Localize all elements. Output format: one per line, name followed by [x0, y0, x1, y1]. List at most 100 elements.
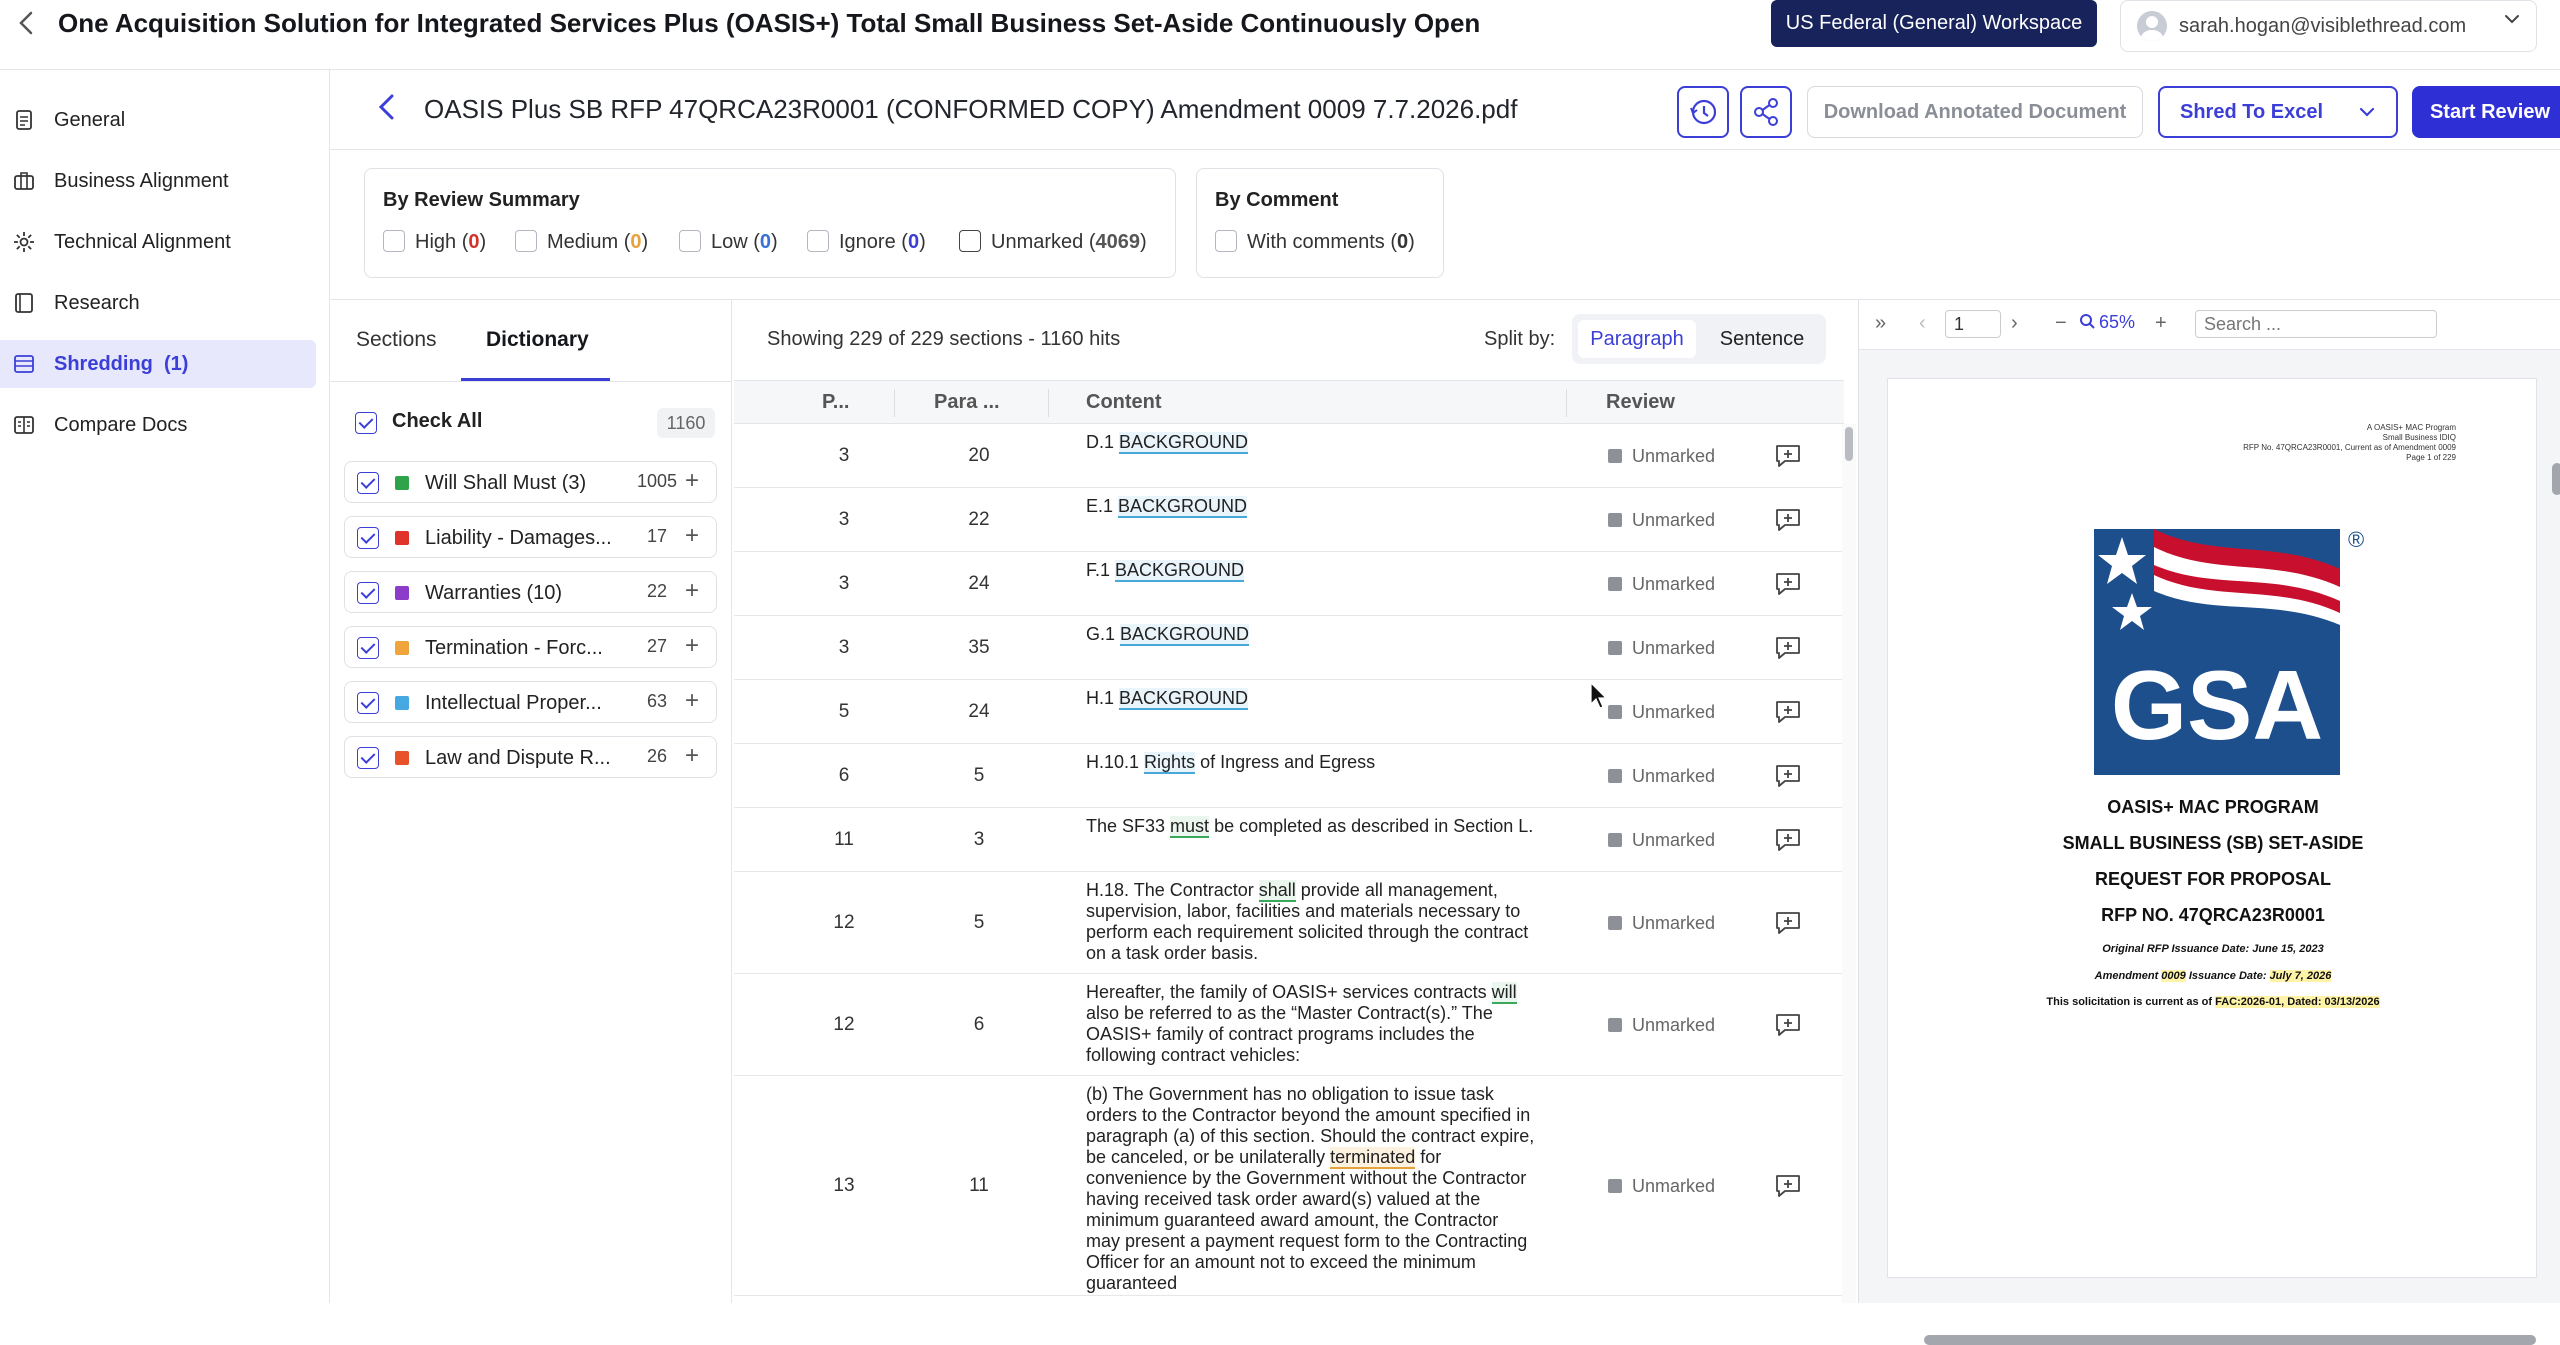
chevron-down-icon[interactable]	[2502, 9, 2522, 35]
filter-with-comments[interactable]: With comments (0)	[1215, 229, 1415, 257]
sidebar-item-compare-docs[interactable]: Compare Docs	[0, 401, 316, 449]
vertical-scrollbar[interactable]	[1842, 424, 1856, 1303]
add-comment-icon[interactable]	[1774, 1173, 1802, 1199]
dictionary-item[interactable]: Will Shall Must (3) 1005 +	[344, 461, 717, 503]
checkbox[interactable]	[357, 692, 379, 714]
shred-to-excel-button[interactable]: Shred To Excel	[2158, 86, 2398, 138]
collapse-panel-icon[interactable]: »	[1875, 312, 1886, 335]
row-review-status[interactable]: Unmarked	[1608, 766, 1715, 788]
dictionary-item[interactable]: Liability - Damages... 17 +	[344, 516, 717, 558]
add-comment-icon[interactable]	[1774, 763, 1802, 789]
add-comment-icon[interactable]	[1774, 1012, 1802, 1038]
highlighted-term[interactable]: BACKGROUND	[1120, 624, 1250, 646]
highlighted-term[interactable]: BACKGROUND	[1119, 688, 1249, 710]
sidebar-item-technical-alignment[interactable]: Technical Alignment	[0, 218, 316, 266]
checkbox[interactable]	[679, 229, 701, 252]
checkbox[interactable]	[355, 412, 377, 434]
checkbox[interactable]	[357, 472, 379, 494]
highlighted-term[interactable]: shall	[1258, 880, 1296, 902]
dictionary-item[interactable]: Warranties (10) 22 +	[344, 571, 717, 613]
zoom-search-icon[interactable]	[2079, 313, 2095, 334]
tab-sections[interactable]: Sections	[356, 328, 437, 352]
pdf-vertical-scrollbar[interactable]	[2552, 463, 2560, 495]
dictionary-item[interactable]: Intellectual Proper... 63 +	[344, 681, 717, 723]
row-review-status[interactable]: Unmarked	[1608, 830, 1715, 852]
highlighted-term[interactable]: BACKGROUND	[1118, 496, 1248, 518]
table-row[interactable]: 3 24 F.1 BACKGROUND Unmarked	[734, 552, 1844, 616]
prev-page-icon[interactable]: ‹	[1919, 312, 1926, 335]
row-review-status[interactable]: Unmarked	[1608, 574, 1715, 596]
plus-icon[interactable]: +	[685, 687, 699, 715]
zoom-out-icon[interactable]: −	[2055, 312, 2067, 335]
page-number-input[interactable]	[1945, 310, 2001, 338]
table-row[interactable]: 3 22 E.1 BACKGROUND Unmarked	[734, 488, 1844, 552]
share-button[interactable]	[1740, 86, 1792, 138]
highlighted-term[interactable]: will	[1491, 982, 1517, 1004]
column-content[interactable]: Content	[1086, 391, 1162, 414]
table-row[interactable]: 13 11 (b) The Government has no obligation…	[734, 1076, 1844, 1296]
row-review-status[interactable]: Unmarked	[1608, 702, 1715, 724]
sidebar-item-business-alignment[interactable]: Business Alignment	[0, 157, 316, 205]
column-divider[interactable]	[1566, 389, 1567, 417]
split-sentence-button[interactable]: Sentence	[1704, 320, 1820, 358]
column-page[interactable]: P...	[822, 391, 849, 414]
pdf-horizontal-scrollbar[interactable]	[1924, 1335, 2536, 1345]
plus-icon[interactable]: +	[685, 632, 699, 660]
checkbox[interactable]	[357, 582, 379, 604]
sidebar-item-research[interactable]: Research	[0, 279, 316, 327]
row-review-status[interactable]: Unmarked	[1608, 913, 1715, 935]
add-comment-icon[interactable]	[1774, 910, 1802, 936]
start-review-button[interactable]: Start Review	[2412, 86, 2560, 138]
tab-dictionary[interactable]: Dictionary	[486, 328, 589, 352]
history-button[interactable]	[1677, 86, 1729, 138]
column-divider[interactable]	[894, 389, 895, 417]
plus-icon[interactable]: +	[685, 522, 699, 550]
row-review-status[interactable]: Unmarked	[1608, 446, 1715, 468]
table-row[interactable]: 3 35 G.1 BACKGROUND Unmarked	[734, 616, 1844, 680]
sidebar-item-general[interactable]: General	[0, 96, 316, 144]
highlighted-term[interactable]: must	[1170, 816, 1210, 838]
table-row[interactable]: 3 20 D.1 BACKGROUND Unmarked	[734, 424, 1844, 488]
zoom-in-icon[interactable]: +	[2155, 312, 2167, 335]
checkbox[interactable]	[357, 637, 379, 659]
filter-medium[interactable]: Medium (0)	[515, 229, 648, 257]
dictionary-item[interactable]: Termination - Forc... 27 +	[344, 626, 717, 668]
checkbox[interactable]	[1215, 229, 1237, 252]
checkbox[interactable]	[357, 747, 379, 769]
chevron-left-icon[interactable]	[12, 8, 42, 38]
download-annotated-button[interactable]: Download Annotated Document	[1807, 86, 2143, 138]
row-review-status[interactable]: Unmarked	[1608, 1176, 1715, 1198]
plus-icon[interactable]: +	[685, 742, 699, 770]
table-row[interactable]: 5 24 H.1 BACKGROUND Unmarked	[734, 680, 1844, 744]
column-para[interactable]: Para ...	[934, 391, 1000, 414]
column-divider[interactable]	[1048, 389, 1049, 417]
highlighted-term[interactable]: terminated	[1330, 1147, 1416, 1169]
table-row[interactable]: 6 5 H.10.1 Rights of Ingress and Egress Unm…	[734, 744, 1844, 808]
add-comment-icon[interactable]	[1774, 507, 1802, 533]
highlighted-term[interactable]: BACKGROUND	[1119, 432, 1249, 454]
highlighted-term[interactable]: Rights	[1144, 752, 1196, 774]
add-comment-icon[interactable]	[1774, 827, 1802, 853]
row-review-status[interactable]: Unmarked	[1608, 510, 1715, 532]
table-row[interactable]: 11 3 The SF33 must be completed as describ…	[734, 808, 1844, 872]
row-review-status[interactable]: Unmarked	[1608, 638, 1715, 660]
add-comment-icon[interactable]	[1774, 571, 1802, 597]
highlighted-term[interactable]: BACKGROUND	[1115, 560, 1245, 582]
sidebar-item-shredding[interactable]: Shredding (1)	[0, 340, 316, 388]
checkbox[interactable]	[357, 527, 379, 549]
next-page-icon[interactable]: ›	[2011, 312, 2018, 335]
check-all[interactable]: Check All 1160	[355, 408, 715, 438]
user-menu[interactable]: sarah.hogan@visiblethread.com	[2120, 0, 2537, 52]
filter-unmarked[interactable]: Unmarked (4069)	[959, 229, 1147, 257]
checkbox[interactable]	[383, 229, 405, 252]
scrollbar-thumb[interactable]	[1845, 427, 1853, 461]
checkbox[interactable]	[959, 229, 981, 252]
split-paragraph-button[interactable]: Paragraph	[1578, 320, 1696, 358]
workspace-badge[interactable]: US Federal (General) Workspace	[1771, 0, 2097, 47]
plus-icon[interactable]: +	[685, 577, 699, 605]
dictionary-item[interactable]: Law and Dispute R... 26 +	[344, 736, 717, 778]
plus-icon[interactable]: +	[685, 467, 699, 495]
back-arrow-icon[interactable]	[372, 90, 402, 130]
pdf-search-input[interactable]	[2195, 310, 2437, 338]
add-comment-icon[interactable]	[1774, 635, 1802, 661]
